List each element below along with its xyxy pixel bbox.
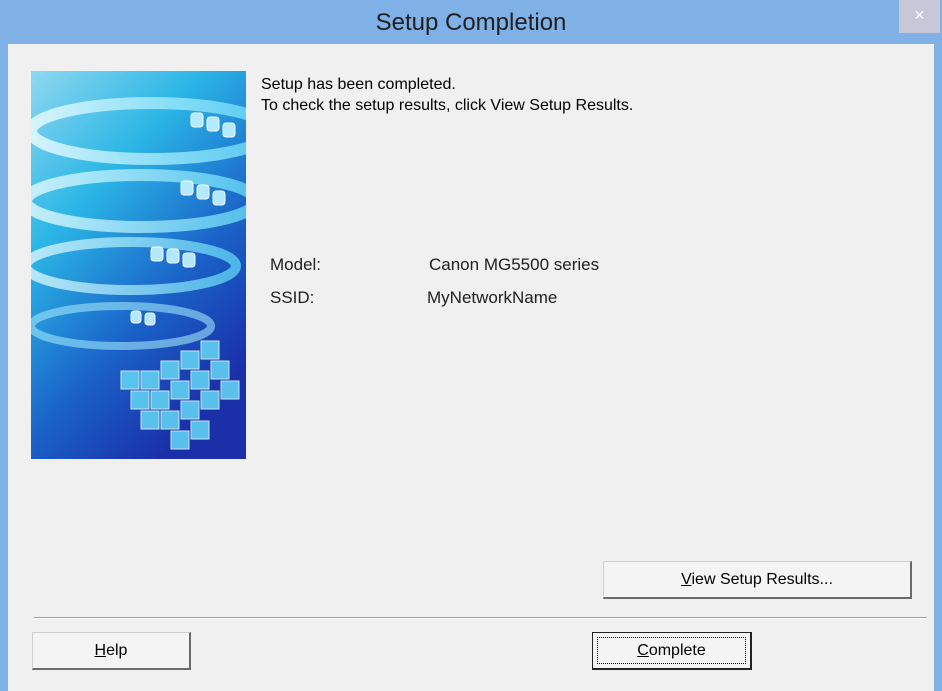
instruction-message: To check the setup results, click View S… xyxy=(261,97,634,114)
close-icon: × xyxy=(914,5,925,25)
side-illustration xyxy=(31,71,246,459)
ssid-label: SSID: xyxy=(270,288,315,307)
completion-message: Setup has been completed. xyxy=(261,76,456,93)
focus-indicator xyxy=(597,637,746,664)
close-button[interactable]: × xyxy=(899,0,940,33)
setup-completion-window: Setup Completion × Setup has been comple… xyxy=(0,0,942,691)
model-label: Model: xyxy=(270,255,322,274)
help-label: elp xyxy=(106,642,128,659)
dialog-client-area: Setup has been completed. To check the s… xyxy=(8,44,934,691)
separator xyxy=(34,617,927,619)
window-title: Setup Completion xyxy=(375,9,567,36)
view-results-label: iew Setup Results... xyxy=(691,571,833,588)
help-button[interactable]: Help xyxy=(32,632,191,670)
ssid-value: MyNetworkName xyxy=(427,288,558,307)
title-bar[interactable]: Setup Completion × xyxy=(0,0,942,44)
model-value: Canon MG5500 series xyxy=(429,255,600,274)
help-mnemonic: H xyxy=(94,642,107,659)
view-setup-results-button[interactable]: View Setup Results... xyxy=(603,561,912,599)
view-results-mnemonic: V xyxy=(681,571,692,588)
complete-button[interactable]: Complete xyxy=(592,632,752,670)
